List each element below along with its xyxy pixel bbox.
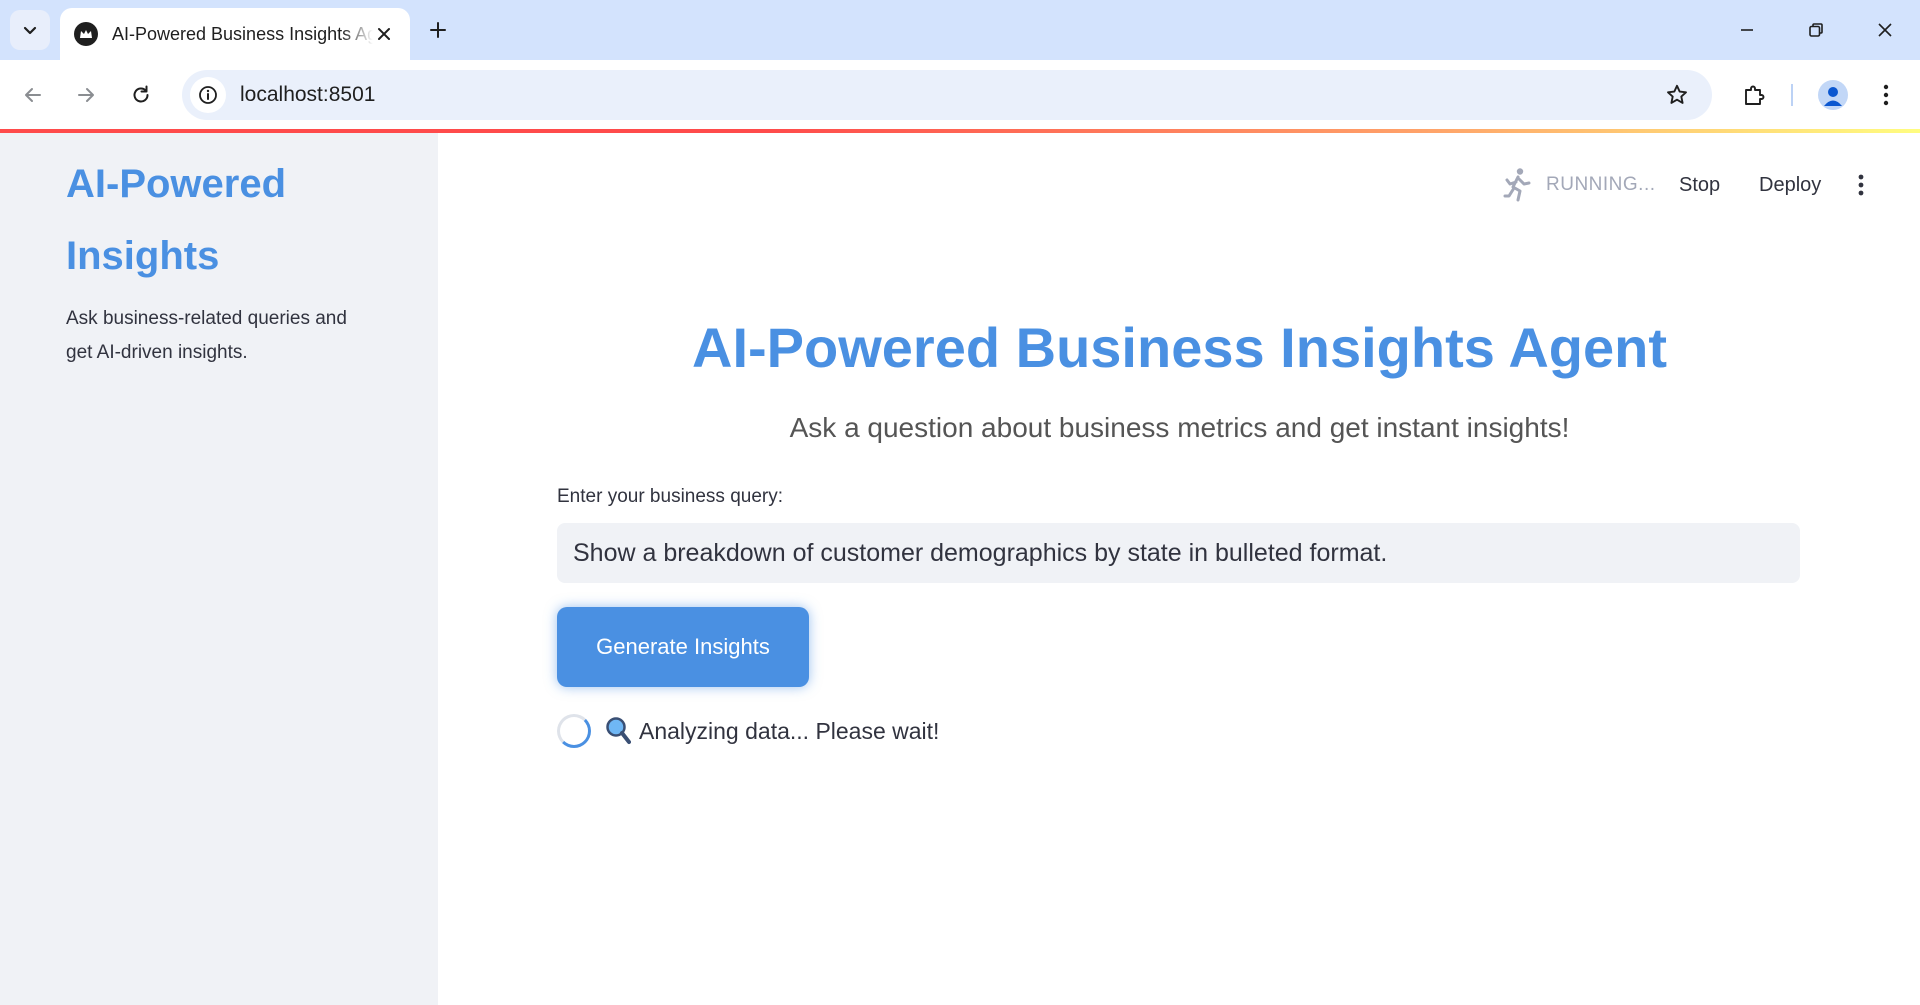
- minimize-button[interactable]: [1724, 10, 1770, 50]
- back-button[interactable]: [13, 75, 53, 115]
- extensions-button[interactable]: [1734, 75, 1774, 115]
- chevron-down-icon: [23, 26, 37, 35]
- bookmark-star-icon[interactable]: [1664, 82, 1690, 108]
- loading-indicator: Analyzing data... Please wait!: [557, 713, 939, 749]
- running-icon: [1500, 166, 1534, 204]
- close-tab-icon[interactable]: [373, 22, 396, 46]
- browser-toolbar: localhost:8501: [0, 60, 1920, 130]
- window-close-icon: [1878, 23, 1892, 37]
- magnifier-icon: [606, 717, 631, 744]
- query-input[interactable]: [557, 523, 1800, 583]
- tab-search-button[interactable]: [10, 10, 50, 50]
- running-status: RUNNING...: [1500, 165, 1656, 205]
- loading-text: Analyzing data... Please wait!: [639, 717, 940, 744]
- reload-icon: [133, 85, 149, 103]
- restore-icon: [1809, 23, 1823, 37]
- running-status-text: RUNNING...: [1546, 174, 1656, 195]
- profile-icon: [1818, 80, 1848, 110]
- menu-icon: [1883, 84, 1889, 106]
- main-menu-button[interactable]: [1846, 165, 1876, 205]
- restore-button[interactable]: [1793, 10, 1839, 50]
- address-bar[interactable]: localhost:8501: [182, 70, 1712, 120]
- page-subtitle: Ask a question about business metrics an…: [789, 412, 1570, 443]
- plus-icon: [430, 22, 446, 38]
- sidebar-description: Ask business-related queries and get AI-…: [66, 308, 347, 363]
- sidebar-title: AI-Powered Insights: [66, 162, 287, 278]
- minimize-icon: [1741, 29, 1753, 31]
- site-info-icon[interactable]: [190, 77, 226, 113]
- generate-insights-button[interactable]: Generate Insights: [557, 607, 809, 687]
- forward-icon: [78, 88, 94, 102]
- page-title: AI-Powered Business Insights Agent: [692, 316, 1667, 379]
- url-text[interactable]: localhost:8501: [240, 83, 375, 107]
- app-favicon-icon: [74, 22, 98, 46]
- stop-button[interactable]: Stop: [1679, 165, 1720, 205]
- forward-button[interactable]: [66, 75, 106, 115]
- window-close-button[interactable]: [1862, 10, 1908, 50]
- browser-menu-button[interactable]: [1866, 75, 1906, 115]
- deploy-button[interactable]: Deploy: [1759, 165, 1821, 205]
- tab-strip: AI-Powered Business Insights Agent: [0, 0, 1920, 60]
- extensions-icon: [1745, 85, 1765, 105]
- toolbar-divider: [1791, 84, 1793, 106]
- back-icon: [25, 88, 41, 102]
- reload-button[interactable]: [121, 75, 161, 115]
- more-icon: [1858, 174, 1864, 196]
- browser-tab-active[interactable]: AI-Powered Business Insights Agent: [60, 8, 410, 60]
- query-input-label: Enter your business query:: [557, 486, 784, 507]
- spinner-icon: [557, 714, 591, 748]
- tab-title: AI-Powered Business Insights Agent: [112, 23, 373, 44]
- profile-button[interactable]: [1813, 75, 1853, 115]
- new-tab-button[interactable]: [422, 12, 454, 48]
